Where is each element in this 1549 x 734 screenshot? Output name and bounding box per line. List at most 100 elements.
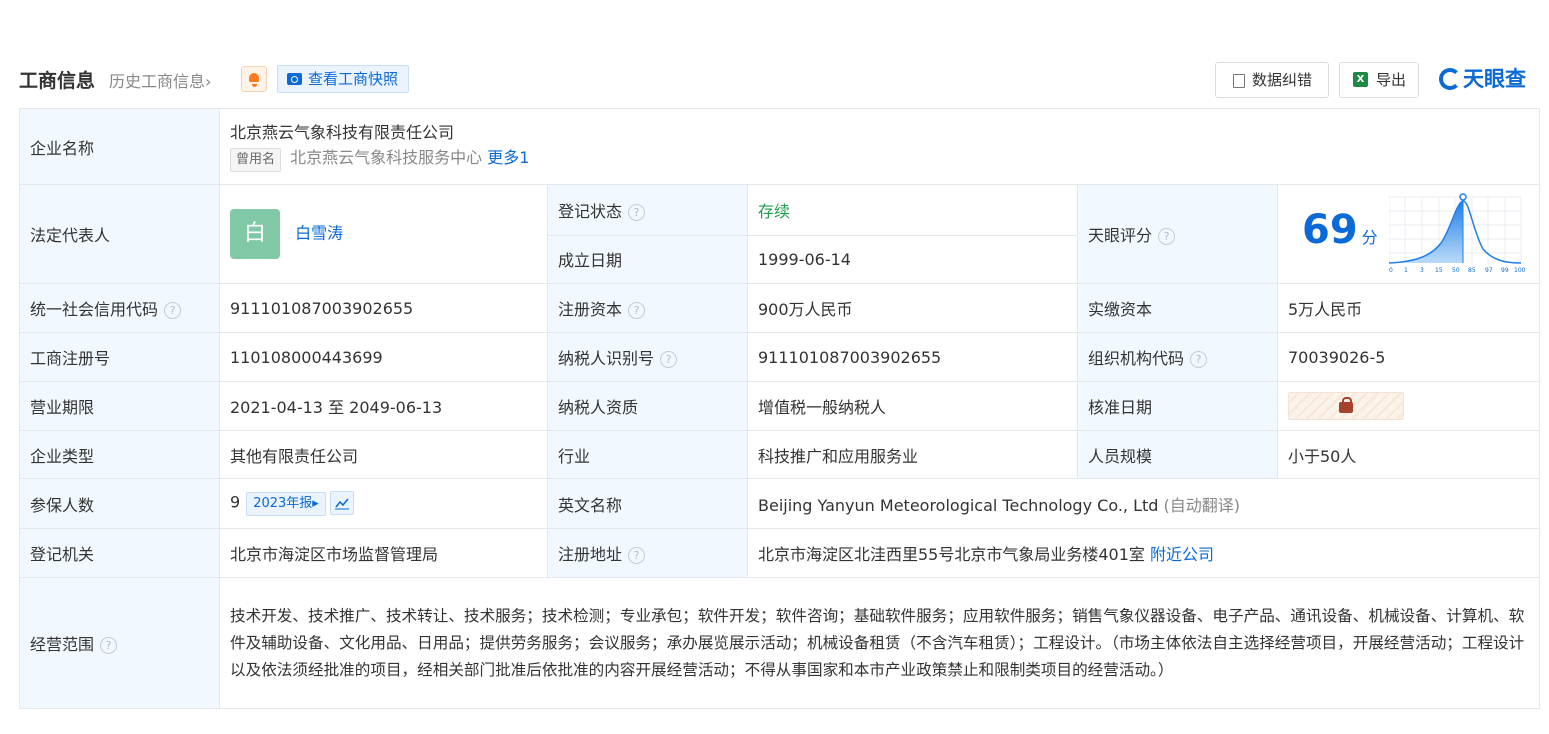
bell-icon[interactable] bbox=[241, 66, 267, 92]
org-code-label: 组织机构代码 bbox=[1088, 349, 1185, 368]
score-distribution-chart: 0 1 3 15 50 85 97 99 100 bbox=[1389, 193, 1526, 274]
credit-code-label: 统一社会信用代码 bbox=[30, 300, 159, 319]
data-correction-label: 数据纠错 bbox=[1252, 71, 1313, 89]
logo-text: 天眼查 bbox=[1463, 67, 1526, 91]
paid-capital-value: 5万人民币 bbox=[1288, 300, 1363, 319]
score-area bbox=[1389, 201, 1463, 263]
annual-report-button[interactable]: 2023年报▸ bbox=[246, 492, 326, 517]
nearby-companies-link[interactable]: 附近公司 bbox=[1150, 545, 1214, 564]
table-row: 登记机关 北京市海淀区市场监督管理局 注册地址? 北京市海淀区北洼西里55号北京… bbox=[19, 528, 1541, 578]
cell-label: 登记机关 bbox=[19, 528, 220, 578]
score-unit: 分 bbox=[1361, 228, 1378, 247]
data-correction-button[interactable]: 数据纠错 bbox=[1215, 62, 1329, 98]
taxpayer-type-label: 纳税人资质 bbox=[558, 398, 639, 417]
cell-label: 天眼评分? bbox=[1077, 184, 1278, 284]
avatar[interactable]: 白 bbox=[230, 209, 280, 259]
founded-label: 成立日期 bbox=[558, 251, 623, 271]
excel-icon: X bbox=[1353, 72, 1368, 87]
cell-label: 企业类型 bbox=[19, 430, 220, 479]
cell-label: 实缴资本 bbox=[1077, 283, 1278, 333]
reg-capital-label: 注册资本 bbox=[558, 300, 623, 319]
cell-value: 小于50人 bbox=[1276, 430, 1541, 479]
cell-label: 统一社会信用代码? bbox=[19, 283, 220, 333]
reg-no-value: 110108000443699 bbox=[230, 347, 383, 367]
staff-size-value: 小于50人 bbox=[1288, 446, 1357, 466]
approval-date-label: 核准日期 bbox=[1088, 398, 1153, 417]
cell-label: 法定代表人 bbox=[19, 184, 220, 284]
help-icon[interactable]: ? bbox=[628, 302, 646, 319]
locked-value[interactable] bbox=[1288, 392, 1404, 420]
score-display: 69 分 bbox=[1302, 207, 1378, 253]
table-row: 企业名称 北京燕云气象科技有限责任公司 曾用名 北京燕云气象科技服务中心 更多1 bbox=[19, 108, 1541, 185]
legal-rep-name[interactable]: 白雪涛 bbox=[295, 224, 343, 243]
table-row: 统一社会信用代码? 911101087003902655 注册资本? 900万人… bbox=[19, 283, 1541, 333]
brand-logo: 天眼查 bbox=[1439, 64, 1526, 94]
tick-label: 100 bbox=[1514, 267, 1526, 274]
former-name-row: 曾用名 北京燕云气象科技服务中心 更多1 bbox=[230, 145, 1529, 172]
cell-value: 2021-04-13 至 2049-06-13 bbox=[219, 381, 548, 431]
tick-label: 3 bbox=[1420, 267, 1424, 274]
status-value: 存续 bbox=[758, 201, 791, 221]
chart-ticks: 0 1 3 15 50 85 97 99 100 bbox=[1389, 267, 1526, 274]
cell-label: 核准日期 bbox=[1077, 381, 1278, 431]
score-label: 天眼评分 bbox=[1088, 226, 1153, 245]
status-label: 登记状态 bbox=[558, 201, 623, 221]
trend-chart-icon[interactable] bbox=[329, 490, 354, 515]
cell-value: Beijing Yanyun Meteorological Technology… bbox=[746, 478, 1541, 529]
section-title: 工商信息 bbox=[19, 70, 96, 92]
help-icon[interactable]: ? bbox=[100, 637, 118, 654]
help-icon[interactable]: ? bbox=[628, 547, 646, 564]
tick-label: 15 bbox=[1435, 267, 1443, 274]
help-icon[interactable]: ? bbox=[1190, 351, 1208, 368]
scope-label: 经营范围 bbox=[30, 635, 95, 654]
table-row: 营业期限 2021-04-13 至 2049-06-13 纳税人资质 增值税一般… bbox=[19, 381, 1541, 431]
table-row: 工商注册号 110108000443699 纳税人识别号? 9111010870… bbox=[19, 332, 1541, 382]
company-type-label: 企业类型 bbox=[30, 446, 95, 466]
tick-label: 0 bbox=[1389, 267, 1393, 274]
cell-value: 存续 bbox=[747, 184, 1078, 236]
former-name-tag: 曾用名 bbox=[230, 148, 282, 172]
section-header: 工商信息 历史工商信息› 查看工商快照 数据纠错 X 导出 天眼查 bbox=[19, 62, 1539, 98]
reg-capital-value: 900万人民币 bbox=[758, 300, 853, 319]
cell-value: 110108000443699 bbox=[219, 332, 548, 382]
export-label: 导出 bbox=[1376, 71, 1407, 89]
industry-label: 行业 bbox=[558, 446, 591, 466]
address-value: 北京市海淀区北洼西里55号北京市气象局业务楼401室 bbox=[758, 545, 1145, 564]
reg-no-label: 工商注册号 bbox=[30, 349, 111, 368]
more-link[interactable]: 更多1 bbox=[487, 148, 529, 167]
insured-value: 9 bbox=[230, 492, 241, 512]
english-name-value: Beijing Yanyun Meteorological Technology… bbox=[758, 495, 1159, 515]
cell-value: 增值税一般纳税人 bbox=[747, 381, 1078, 431]
cell-value: 科技推广和应用服务业 bbox=[747, 430, 1078, 479]
snapshot-button-label: 查看工商快照 bbox=[308, 70, 399, 88]
help-icon[interactable]: ? bbox=[164, 302, 182, 319]
help-icon[interactable]: ? bbox=[660, 351, 678, 368]
cell-value: 70039026-5 bbox=[1276, 332, 1541, 382]
cell-label: 英文名称 bbox=[547, 478, 748, 529]
cell-value: 5万人民币 bbox=[1276, 283, 1541, 333]
company-type-value: 其他有限责任公司 bbox=[230, 446, 359, 466]
taxpayer-id-value: 911101087003902655 bbox=[758, 347, 942, 367]
cell-label: 人员规模 bbox=[1077, 430, 1278, 479]
cell-label: 营业期限 bbox=[19, 381, 220, 431]
auto-translate-note: (自动翻译) bbox=[1163, 495, 1241, 515]
tick-label: 85 bbox=[1468, 267, 1476, 274]
cell-value: 北京燕云气象科技有限责任公司 曾用名 北京燕云气象科技服务中心 更多1 bbox=[218, 108, 1541, 185]
export-button[interactable]: X 导出 bbox=[1339, 62, 1419, 98]
help-icon[interactable]: ? bbox=[628, 203, 646, 221]
cell-value: 911101087003902655 bbox=[747, 332, 1078, 382]
help-icon[interactable]: ? bbox=[1158, 228, 1176, 245]
paid-capital-label: 实缴资本 bbox=[1088, 300, 1153, 319]
document-edit-icon bbox=[1233, 74, 1245, 88]
taxpayer-id-label: 纳税人识别号 bbox=[558, 349, 655, 368]
cell-label: 企业名称 bbox=[19, 108, 220, 185]
history-link[interactable]: 历史工商信息› bbox=[109, 68, 211, 92]
scope-value: 技术开发、技术推广、技术转让、技术服务；技术检测；专业承包；软件开发；软件咨询；… bbox=[230, 606, 1525, 679]
tick-label: 99 bbox=[1501, 267, 1509, 274]
cell-label: 经营范围? bbox=[19, 577, 220, 709]
term-value: 2021-04-13 至 2049-06-13 bbox=[230, 398, 443, 417]
cell-label: 参保人数 bbox=[19, 478, 220, 529]
logo-mark-icon bbox=[1439, 68, 1461, 90]
snapshot-button[interactable]: 查看工商快照 bbox=[277, 65, 410, 93]
score-cell[interactable]: 69 分 0 1 3 15 50 85 97 99 100 bbox=[1276, 184, 1541, 284]
